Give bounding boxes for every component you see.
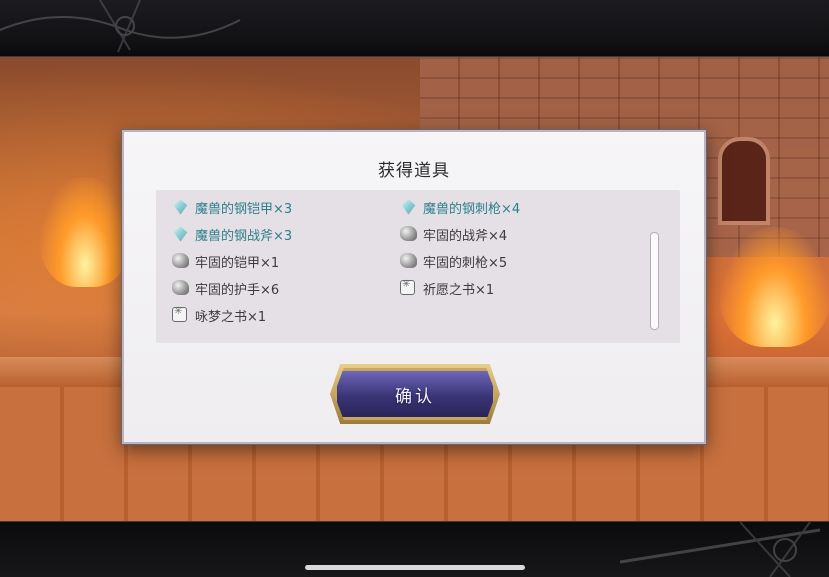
list-item: 牢固的铠甲×1 — [172, 250, 279, 272]
item-name: 魔兽的钢战斧×3 — [195, 228, 293, 244]
fire-left-icon — [40, 177, 130, 287]
gem-icon — [172, 226, 189, 243]
obtained-items-dialog: 获得道具 魔兽的钢铠甲×3 魔兽的钢刺枪×4 魔兽的钢战斧×3 牢固的战斧×4 … — [122, 130, 706, 444]
item-name: 魔兽的钢铠甲×3 — [195, 201, 293, 217]
home-indicator[interactable] — [305, 565, 525, 570]
gem-icon — [172, 199, 189, 216]
list-item: 魔兽的钢铠甲×3 — [172, 196, 292, 218]
castle-window — [718, 137, 770, 225]
ore-icon — [400, 225, 417, 243]
dialog-title: 获得道具 — [378, 161, 450, 181]
list-item: 牢固的刺枪×5 — [400, 250, 507, 272]
filigree-ornament-icon — [0, 0, 241, 53]
list-item: 牢固的护手×6 — [172, 277, 279, 299]
gem-icon — [400, 199, 417, 216]
list-item: 牢固的战斧×4 — [400, 223, 507, 245]
item-name: 咏梦之书×1 — [195, 309, 267, 325]
confirm-button-label: 确认 — [395, 386, 435, 407]
item-name: 牢固的战斧×4 — [423, 228, 508, 244]
items-list-panel: 魔兽的钢铠甲×3 魔兽的钢刺枪×4 魔兽的钢战斧×3 牢固的战斧×4 牢固的铠甲… — [156, 190, 680, 343]
item-name: 牢固的铠甲×1 — [195, 255, 280, 271]
book-icon — [400, 279, 417, 297]
item-name: 祈愿之书×1 — [423, 282, 495, 298]
confirm-button[interactable]: 确认 — [334, 368, 496, 420]
book-icon — [172, 306, 189, 324]
list-item: 魔兽的钢刺枪×4 — [400, 196, 520, 218]
top-letterbox-bar — [0, 0, 829, 57]
filigree-ornament-icon — [620, 522, 821, 577]
list-item: 祈愿之书×1 — [400, 277, 494, 299]
item-name: 牢固的刺枪×5 — [423, 255, 508, 271]
fire-right-icon — [720, 227, 829, 347]
items-scrollbar[interactable] — [650, 232, 659, 330]
ore-icon — [172, 279, 189, 297]
ore-icon — [172, 252, 189, 270]
item-name: 魔兽的钢刺枪×4 — [423, 201, 521, 217]
list-item: 咏梦之书×1 — [172, 304, 266, 326]
ore-icon — [400, 252, 417, 270]
item-name: 牢固的护手×6 — [195, 282, 280, 298]
list-item: 魔兽的钢战斧×3 — [172, 223, 292, 245]
